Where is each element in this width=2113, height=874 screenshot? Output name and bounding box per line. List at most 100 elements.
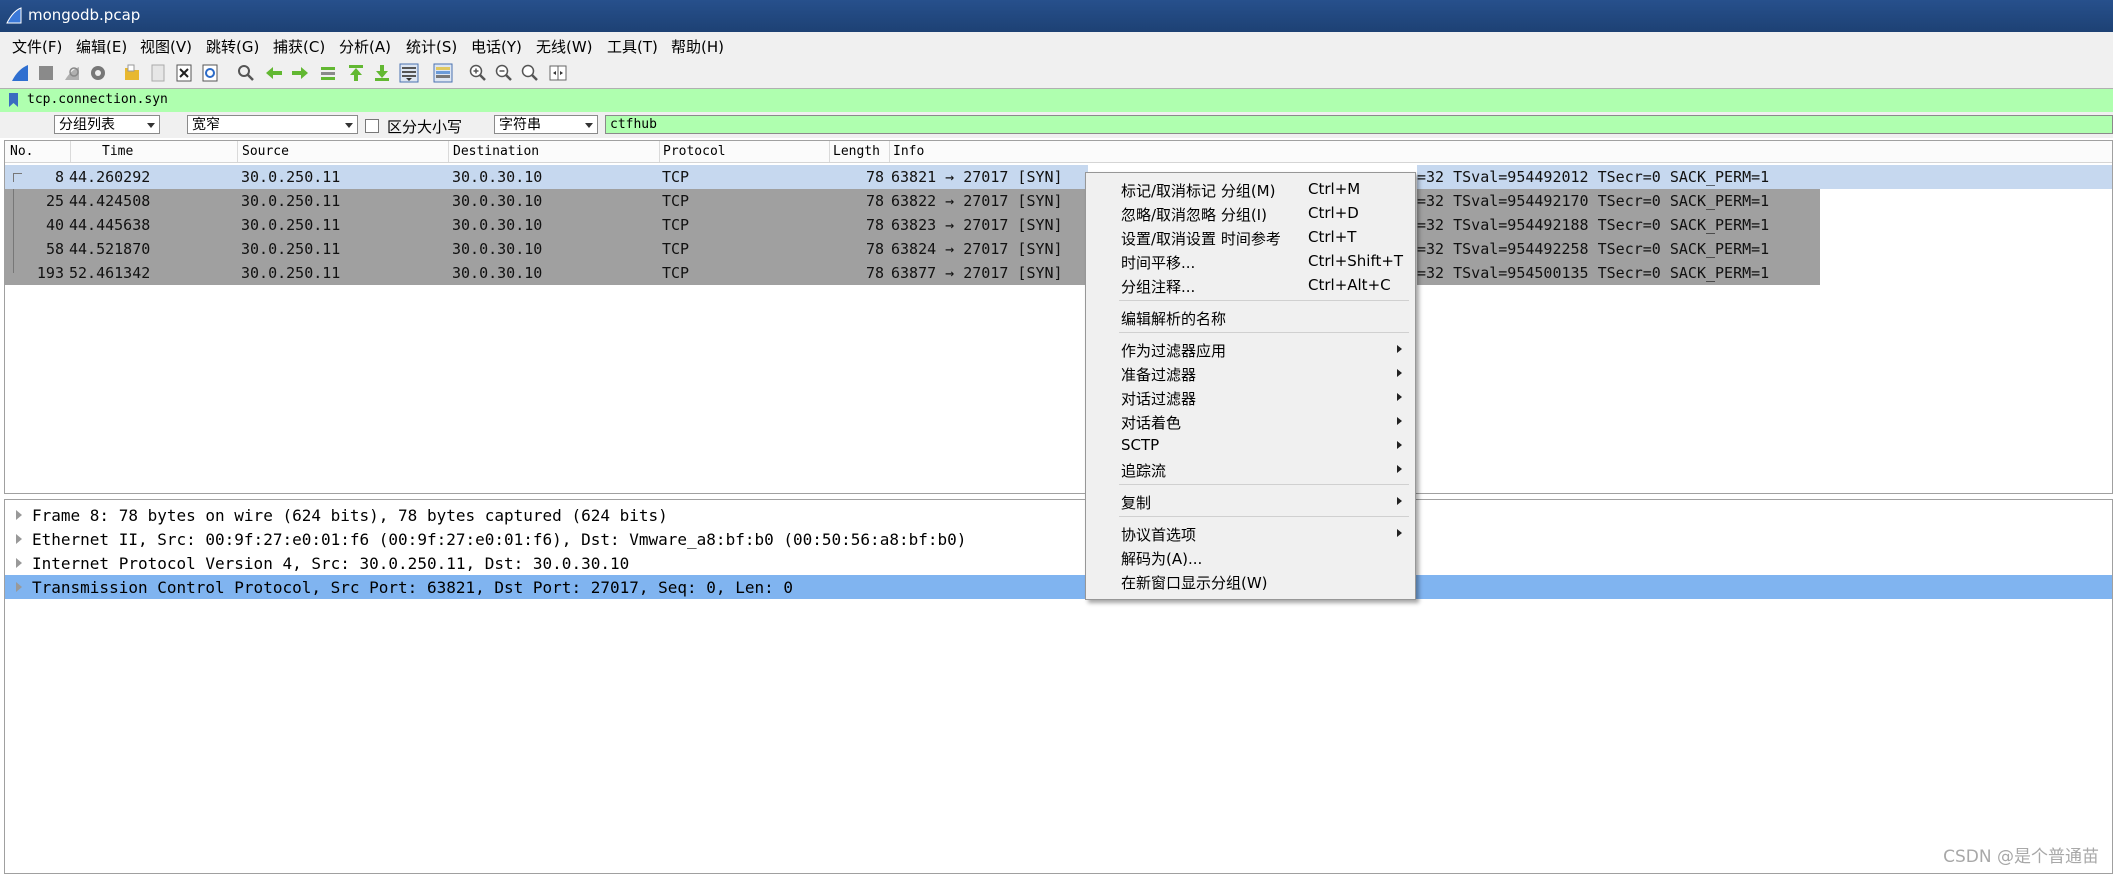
save-icon[interactable] xyxy=(148,63,168,83)
conversation-start-icon xyxy=(13,173,22,182)
column-length[interactable]: Length xyxy=(833,144,880,159)
column-info[interactable]: Info xyxy=(893,144,924,159)
cell-length: 78 xyxy=(865,240,884,258)
menu-item-apply-as-filter[interactable]: 作为过滤器应用 xyxy=(1086,337,1415,361)
packet-row[interactable]: 193 52.461342 30.0.250.11 30.0.30.10 TCP… xyxy=(5,261,1088,285)
expand-arrow-icon[interactable] xyxy=(16,582,22,592)
packet-row-info-tail[interactable]: =32 TSval=954492258 TSecr=0 SACK_PERM=1 xyxy=(1417,237,1820,261)
menu-item-time-reference[interactable]: 设置/取消设置 时间参考 Ctrl+T xyxy=(1086,225,1415,249)
stop-icon[interactable] xyxy=(36,63,56,83)
menu-item-label: 时间平移... xyxy=(1121,254,1196,272)
cell-source: 30.0.250.11 xyxy=(241,264,341,282)
go-to-packet-icon[interactable] xyxy=(318,63,338,83)
detail-tree-item[interactable]: Frame 8: 78 bytes on wire (624 bits), 78… xyxy=(5,503,2112,527)
menu-wireless[interactable]: 无线(W) xyxy=(536,36,593,57)
menu-item-protocol-preferences[interactable]: 协议首选项 xyxy=(1086,521,1415,545)
column-separator[interactable] xyxy=(889,141,890,162)
expand-arrow-icon[interactable] xyxy=(16,510,22,520)
close-file-icon[interactable] xyxy=(174,63,194,83)
case-sensitive-checkbox[interactable] xyxy=(365,119,379,133)
packet-row-info-tail[interactable]: =32 TSval=954492188 TSecr=0 SACK_PERM=1 xyxy=(1417,213,1820,237)
packet-row-info-tail[interactable]: =32 TSval=954492012 TSecr=0 SACK_PERM=1 xyxy=(1417,165,2112,189)
capture-options-icon[interactable] xyxy=(88,63,108,83)
menu-item-prepare-filter[interactable]: 准备过滤器 xyxy=(1086,361,1415,385)
menu-item-conversation-filter[interactable]: 对话过滤器 xyxy=(1086,385,1415,409)
chevron-down-icon xyxy=(345,123,353,128)
detail-tree-item-selected[interactable]: Transmission Control Protocol, Src Port:… xyxy=(5,575,2112,599)
case-sensitive-label: 区分大小写 xyxy=(387,118,463,136)
cell-time: 52.461342 xyxy=(69,264,151,282)
packet-row-info-tail[interactable]: =32 TSval=954492170 TSecr=0 SACK_PERM=1 xyxy=(1417,189,1820,213)
menu-tools[interactable]: 工具(T) xyxy=(607,36,658,57)
menu-capture[interactable]: 捕获(C) xyxy=(273,36,325,57)
cell-time: 44.445638 xyxy=(69,216,151,234)
search-type-select[interactable]: 字符串 xyxy=(494,115,598,134)
menu-item-label: 分组注释... xyxy=(1121,278,1196,296)
menu-go[interactable]: 跳转(G) xyxy=(206,36,259,57)
menu-item-show-in-new-window[interactable]: 在新窗口显示分组(W) xyxy=(1086,569,1415,593)
bookmark-icon[interactable] xyxy=(8,92,19,108)
menu-item-decode-as[interactable]: 解码为(A)... xyxy=(1086,545,1415,569)
packet-row[interactable]: 40 44.445638 30.0.250.11 30.0.30.10 TCP … xyxy=(5,213,1088,237)
autoscroll-icon[interactable] xyxy=(399,63,419,83)
detail-tree-item[interactable]: Ethernet II, Src: 00:9f:27:e0:01:f6 (00:… xyxy=(5,527,2112,551)
menu-item-shortcut: Ctrl+D xyxy=(1308,204,1359,222)
detail-tree-item[interactable]: Internet Protocol Version 4, Src: 30.0.2… xyxy=(5,551,2112,575)
zoom-out-icon[interactable] xyxy=(494,63,514,83)
packet-row[interactable]: 8 44.260292 30.0.250.11 30.0.30.10 TCP 7… xyxy=(5,165,1088,189)
expand-arrow-icon[interactable] xyxy=(16,558,22,568)
shark-fin-start-icon[interactable] xyxy=(10,63,30,83)
find-icon[interactable] xyxy=(236,63,256,83)
char-width-select[interactable]: 宽窄 xyxy=(187,115,358,134)
display-filter-input[interactable]: tcp.connection.syn xyxy=(27,92,168,107)
restart-icon[interactable] xyxy=(62,63,82,83)
menu-item-label: SCTP xyxy=(1121,436,1160,454)
menu-view[interactable]: 视图(V) xyxy=(140,36,192,57)
menu-analyze[interactable]: 分析(A) xyxy=(339,36,391,57)
column-separator[interactable] xyxy=(70,141,71,162)
menu-item-colorize-conversation[interactable]: 对话着色 xyxy=(1086,409,1415,433)
column-separator[interactable] xyxy=(829,141,830,162)
zoom-in-icon[interactable] xyxy=(468,63,488,83)
column-destination[interactable]: Destination xyxy=(453,144,539,159)
menu-item-ignore-packet[interactable]: 忽略/取消忽略 分组(I) Ctrl+D xyxy=(1086,201,1415,225)
menu-statistics[interactable]: 统计(S) xyxy=(406,36,457,57)
menu-item-packet-comment[interactable]: 分组注释... Ctrl+Alt+C xyxy=(1086,273,1415,297)
menu-item-label: 作为过滤器应用 xyxy=(1121,342,1227,360)
menu-item-edit-resolved-name[interactable]: 编辑解析的名称 xyxy=(1086,305,1415,329)
normal-size-icon[interactable] xyxy=(520,63,540,83)
menu-item-mark-packet[interactable]: 标记/取消标记 分组(M) Ctrl+M xyxy=(1086,177,1415,201)
reload-icon[interactable] xyxy=(200,63,220,83)
go-back-icon[interactable] xyxy=(264,63,284,83)
last-packet-icon[interactable] xyxy=(372,63,392,83)
menu-file[interactable]: 文件(F) xyxy=(12,36,62,57)
search-scope-select[interactable]: 分组列表 xyxy=(54,115,160,134)
expand-arrow-icon[interactable] xyxy=(16,534,22,544)
column-separator[interactable] xyxy=(237,141,238,162)
menu-help[interactable]: 帮助(H) xyxy=(671,36,724,57)
cell-no: 58 xyxy=(45,240,64,258)
search-input[interactable]: ctfhub xyxy=(605,115,2113,134)
menu-item-sctp[interactable]: SCTP xyxy=(1086,433,1415,457)
menu-item-follow-stream[interactable]: 追踪流 xyxy=(1086,457,1415,481)
colorize-icon[interactable] xyxy=(433,63,453,83)
packet-row[interactable]: 25 44.424508 30.0.250.11 30.0.30.10 TCP … xyxy=(5,189,1088,213)
column-separator[interactable] xyxy=(448,141,449,162)
column-time[interactable]: Time xyxy=(102,144,133,159)
column-protocol[interactable]: Protocol xyxy=(663,144,726,159)
cell-protocol: TCP xyxy=(662,192,690,210)
column-source[interactable]: Source xyxy=(242,144,289,159)
menu-item-copy[interactable]: 复制 xyxy=(1086,489,1415,513)
menu-item-time-shift[interactable]: 时间平移... Ctrl+Shift+T xyxy=(1086,249,1415,273)
resize-columns-icon[interactable] xyxy=(548,63,568,83)
menu-edit[interactable]: 编辑(E) xyxy=(76,36,127,57)
packet-row-info-tail[interactable]: =32 TSval=954500135 TSecr=0 SACK_PERM=1 xyxy=(1417,261,1820,285)
packet-row[interactable]: 58 44.521870 30.0.250.11 30.0.30.10 TCP … xyxy=(5,237,1088,261)
column-no[interactable]: No. xyxy=(10,144,33,159)
display-filter-bar[interactable]: tcp.connection.syn xyxy=(0,88,2113,113)
column-separator[interactable] xyxy=(659,141,660,162)
open-icon[interactable] xyxy=(122,63,142,83)
menu-telephony[interactable]: 电话(Y) xyxy=(471,36,522,57)
first-packet-icon[interactable] xyxy=(346,63,366,83)
go-forward-icon[interactable] xyxy=(290,63,310,83)
